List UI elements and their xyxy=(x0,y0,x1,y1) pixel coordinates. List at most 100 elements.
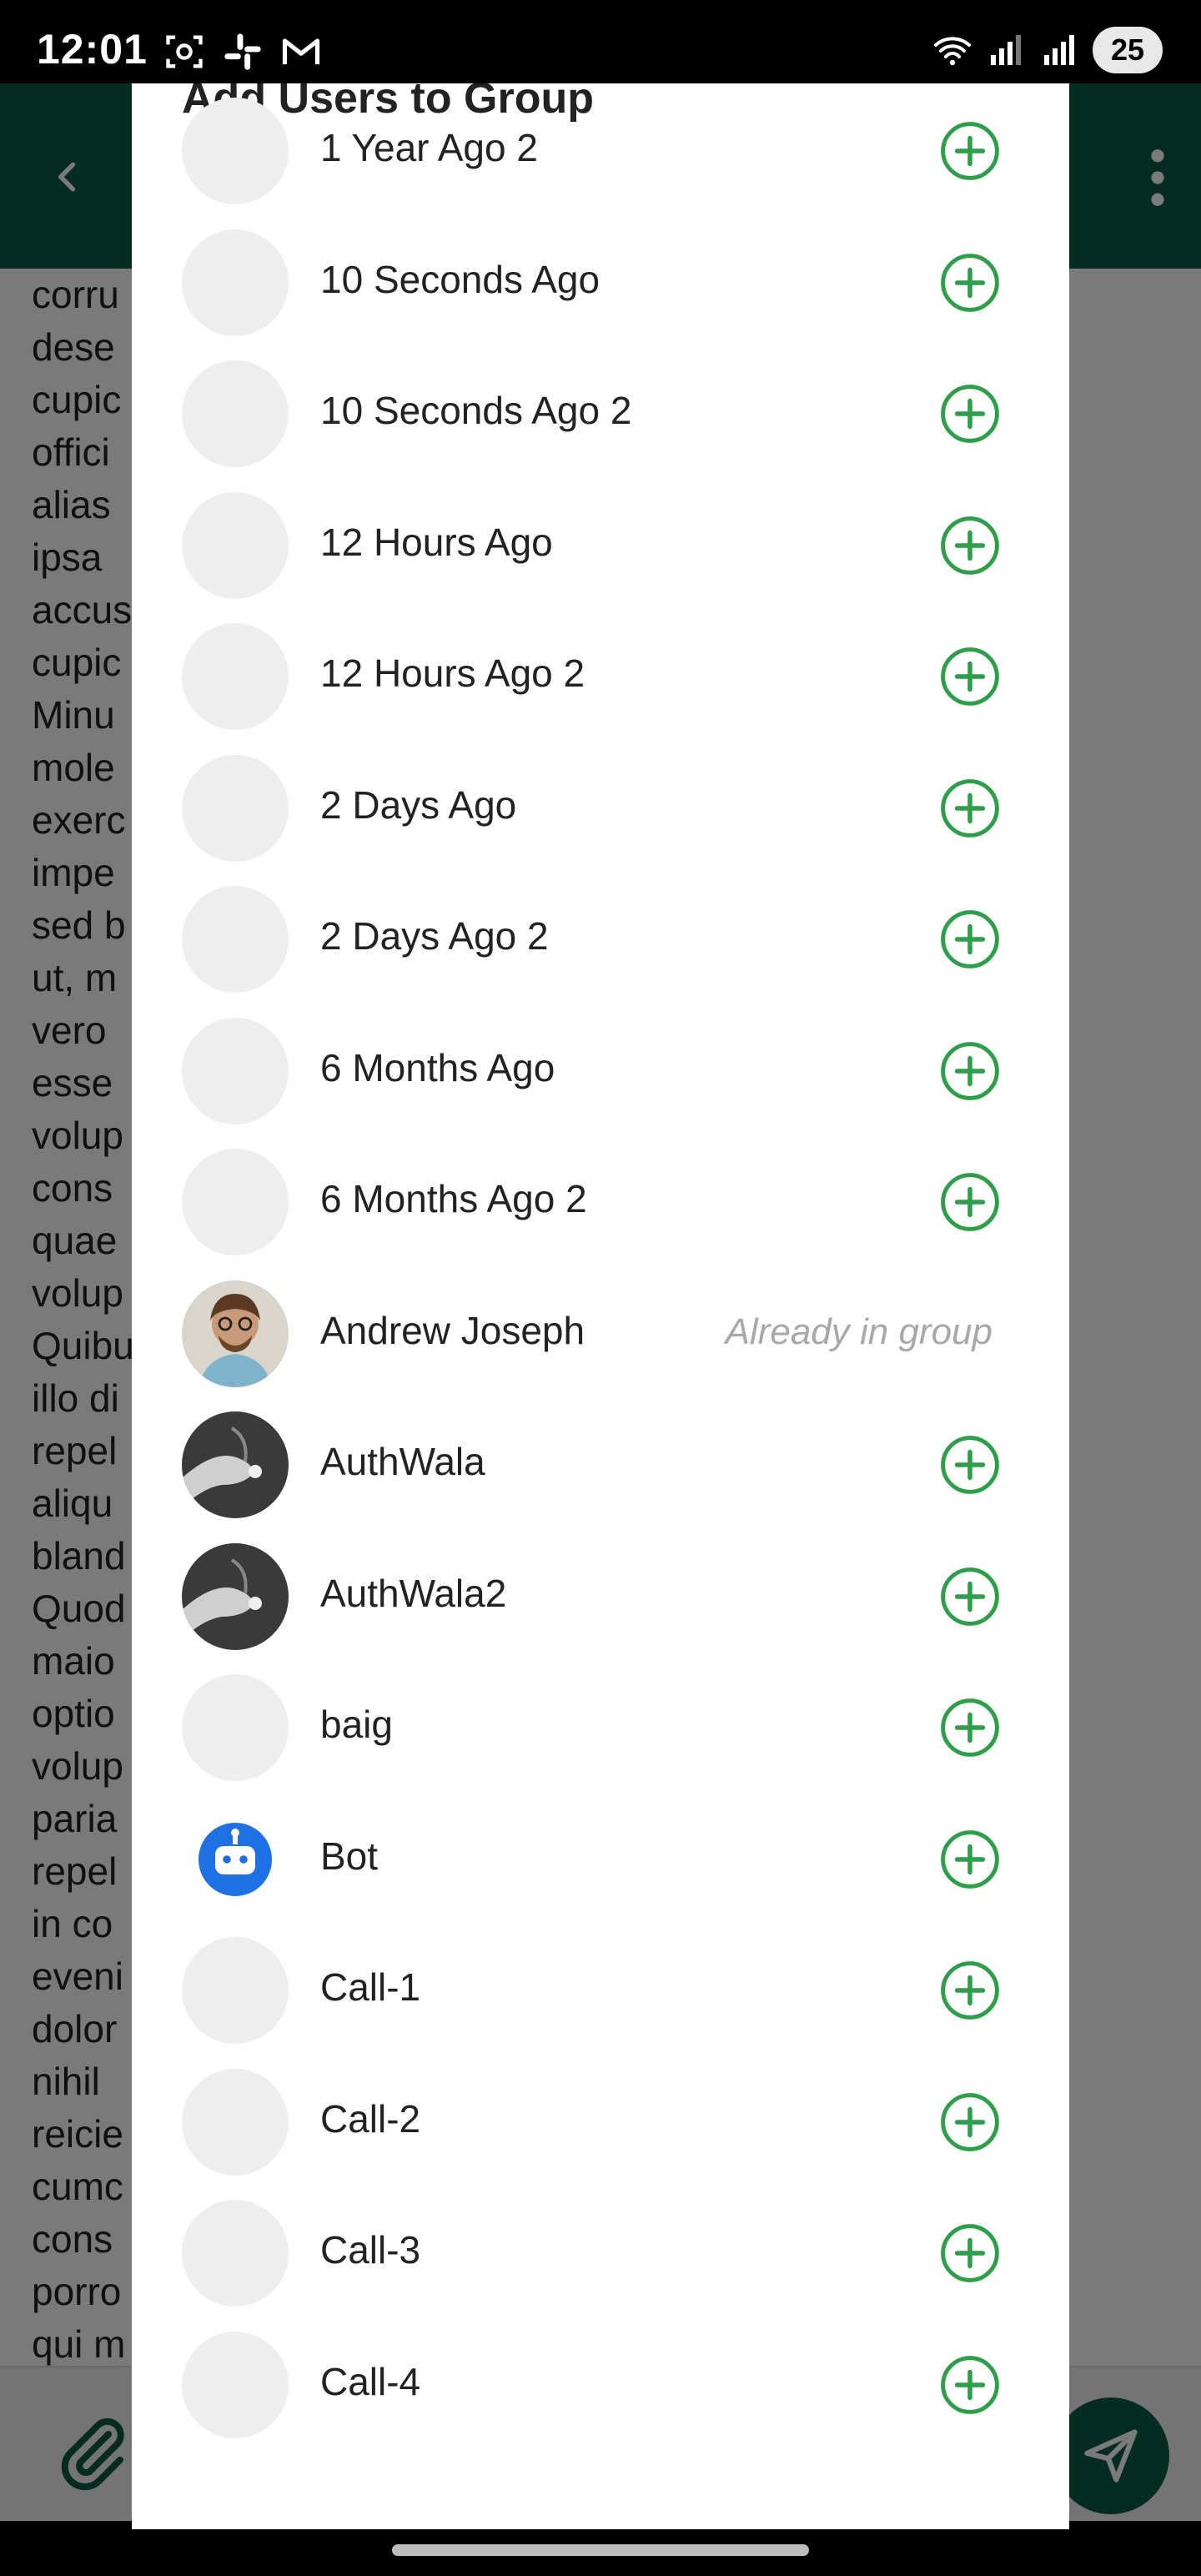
user-name: 10 Seconds Ago 2 xyxy=(320,389,632,432)
avatar xyxy=(182,1674,289,1781)
add-user-button[interactable] xyxy=(939,515,1001,576)
add-circle-icon xyxy=(941,910,999,969)
avatar xyxy=(182,360,289,467)
add-users-dialog: Add Users to Group 1 Year Ago 2 10 Second… xyxy=(132,50,1069,2529)
user-name: 12 Hours Ago xyxy=(320,520,553,564)
add-circle-icon xyxy=(941,1436,999,1494)
add-user-button[interactable] xyxy=(939,1960,1001,2021)
wifi-icon xyxy=(934,37,971,66)
user-row[interactable]: 1 Year Ago 2 xyxy=(132,85,1069,217)
avatar xyxy=(182,1017,289,1124)
avatar xyxy=(182,754,289,862)
avatar xyxy=(182,2068,289,2176)
add-circle-icon xyxy=(941,647,999,706)
add-user-button[interactable] xyxy=(939,120,1001,182)
user-row[interactable]: 10 Seconds Ago 2 xyxy=(132,348,1069,480)
add-circle-icon xyxy=(941,1567,999,1626)
add-user-button[interactable] xyxy=(939,2222,1001,2284)
user-name: Andrew Joseph xyxy=(320,1308,585,1352)
slack-icon xyxy=(224,33,261,70)
user-row[interactable]: AuthWala2 xyxy=(132,1531,1069,1663)
avatar xyxy=(182,1411,289,1518)
add-circle-icon xyxy=(941,1698,999,1757)
user-name: AuthWala xyxy=(320,1440,485,1483)
already-in-group-label: Already in group xyxy=(725,1311,992,1352)
user-row[interactable]: Call-2 xyxy=(132,2056,1069,2188)
add-circle-icon xyxy=(941,1829,999,1889)
user-name: Call-3 xyxy=(320,2228,421,2272)
add-circle-icon xyxy=(941,2224,999,2282)
user-name: Call-1 xyxy=(320,1965,421,2009)
user-row[interactable]: Andrew Joseph Already in group xyxy=(132,1268,1069,1400)
user-row[interactable]: Call-3 xyxy=(132,2187,1069,2319)
user-name: 6 Months Ago xyxy=(320,1045,555,1089)
status-time: 12:01 xyxy=(37,26,148,73)
user-row[interactable]: 6 Months Ago xyxy=(132,1005,1069,1137)
add-user-button[interactable] xyxy=(939,383,1001,445)
add-circle-icon xyxy=(941,516,999,575)
user-name: Call-2 xyxy=(320,2096,421,2141)
user-row[interactable]: AuthWala xyxy=(132,1399,1069,1531)
avatar xyxy=(182,886,289,993)
add-user-button[interactable] xyxy=(939,2091,1001,2153)
user-row[interactable]: 10 Seconds Ago xyxy=(132,217,1069,349)
add-user-button[interactable] xyxy=(939,252,1001,314)
user-row[interactable]: baig xyxy=(132,1662,1069,1794)
add-circle-icon xyxy=(941,2092,999,2151)
screenshot-icon xyxy=(166,35,203,68)
navigation-bar xyxy=(0,2529,1201,2576)
user-name: baig xyxy=(320,1703,393,1746)
user-name: 12 Hours Ago 2 xyxy=(320,652,585,695)
avatar xyxy=(182,1280,289,1387)
add-circle-icon xyxy=(941,2355,999,2414)
add-circle-icon xyxy=(941,1961,999,2020)
avatar xyxy=(182,1937,289,2044)
add-user-button[interactable] xyxy=(939,1040,1001,1102)
add-user-button[interactable] xyxy=(939,1171,1001,1233)
user-row[interactable]: Call-1 xyxy=(132,1924,1069,2056)
user-list: 1 Year Ago 2 10 Seconds Ago 10 Seconds Ago… xyxy=(132,85,1069,2450)
user-row[interactable]: Call-4 xyxy=(132,2319,1069,2451)
avatar xyxy=(182,623,289,730)
user-name: 10 Seconds Ago xyxy=(320,257,600,301)
add-circle-icon xyxy=(941,1173,999,1231)
add-circle-icon xyxy=(941,778,999,838)
avatar xyxy=(182,1149,289,1255)
user-row[interactable]: 2 Days Ago 2 xyxy=(132,873,1069,1005)
home-gesture-handle[interactable] xyxy=(392,2544,809,2556)
status-bar: 12:01 25 xyxy=(0,0,1201,83)
user-row[interactable]: Bot xyxy=(132,1794,1069,1925)
battery-indicator: 25 xyxy=(1093,27,1163,73)
add-user-button[interactable] xyxy=(939,908,1001,970)
add-user-button[interactable] xyxy=(939,646,1001,707)
user-name: AuthWala2 xyxy=(320,1571,507,1615)
user-name: 2 Days Ago 2 xyxy=(320,914,549,958)
avatar xyxy=(182,1542,289,1650)
add-user-button[interactable] xyxy=(939,1697,1001,1758)
user-name: 1 Year Ago 2 xyxy=(320,126,538,169)
signal-icon xyxy=(991,35,1021,65)
signal-icon-2 xyxy=(1044,35,1074,65)
user-name: 2 Days Ago xyxy=(320,782,517,827)
bot-avatar-icon xyxy=(182,1805,289,1913)
add-user-button[interactable] xyxy=(939,1434,1001,1496)
avatar xyxy=(182,2200,289,2307)
avatar xyxy=(182,98,289,204)
user-row[interactable]: 12 Hours Ago xyxy=(132,480,1069,611)
add-circle-icon xyxy=(941,253,999,312)
add-circle-icon xyxy=(941,385,999,443)
avatar xyxy=(182,2331,289,2438)
avatar xyxy=(182,229,289,336)
add-user-button[interactable] xyxy=(939,1566,1001,1628)
user-row[interactable]: 6 Months Ago 2 xyxy=(132,1136,1069,1268)
add-user-button[interactable] xyxy=(939,2354,1001,2416)
user-name: 6 Months Ago 2 xyxy=(320,1177,587,1220)
user-row[interactable]: 12 Hours Ago 2 xyxy=(132,611,1069,742)
add-user-button[interactable] xyxy=(939,1829,1001,1890)
user-row[interactable]: 2 Days Ago xyxy=(132,742,1069,874)
gmail-icon xyxy=(282,38,320,65)
add-circle-icon xyxy=(941,1041,999,1100)
user-name: Bot xyxy=(320,1834,379,1878)
add-user-button[interactable] xyxy=(939,777,1001,839)
add-circle-icon xyxy=(941,122,999,180)
